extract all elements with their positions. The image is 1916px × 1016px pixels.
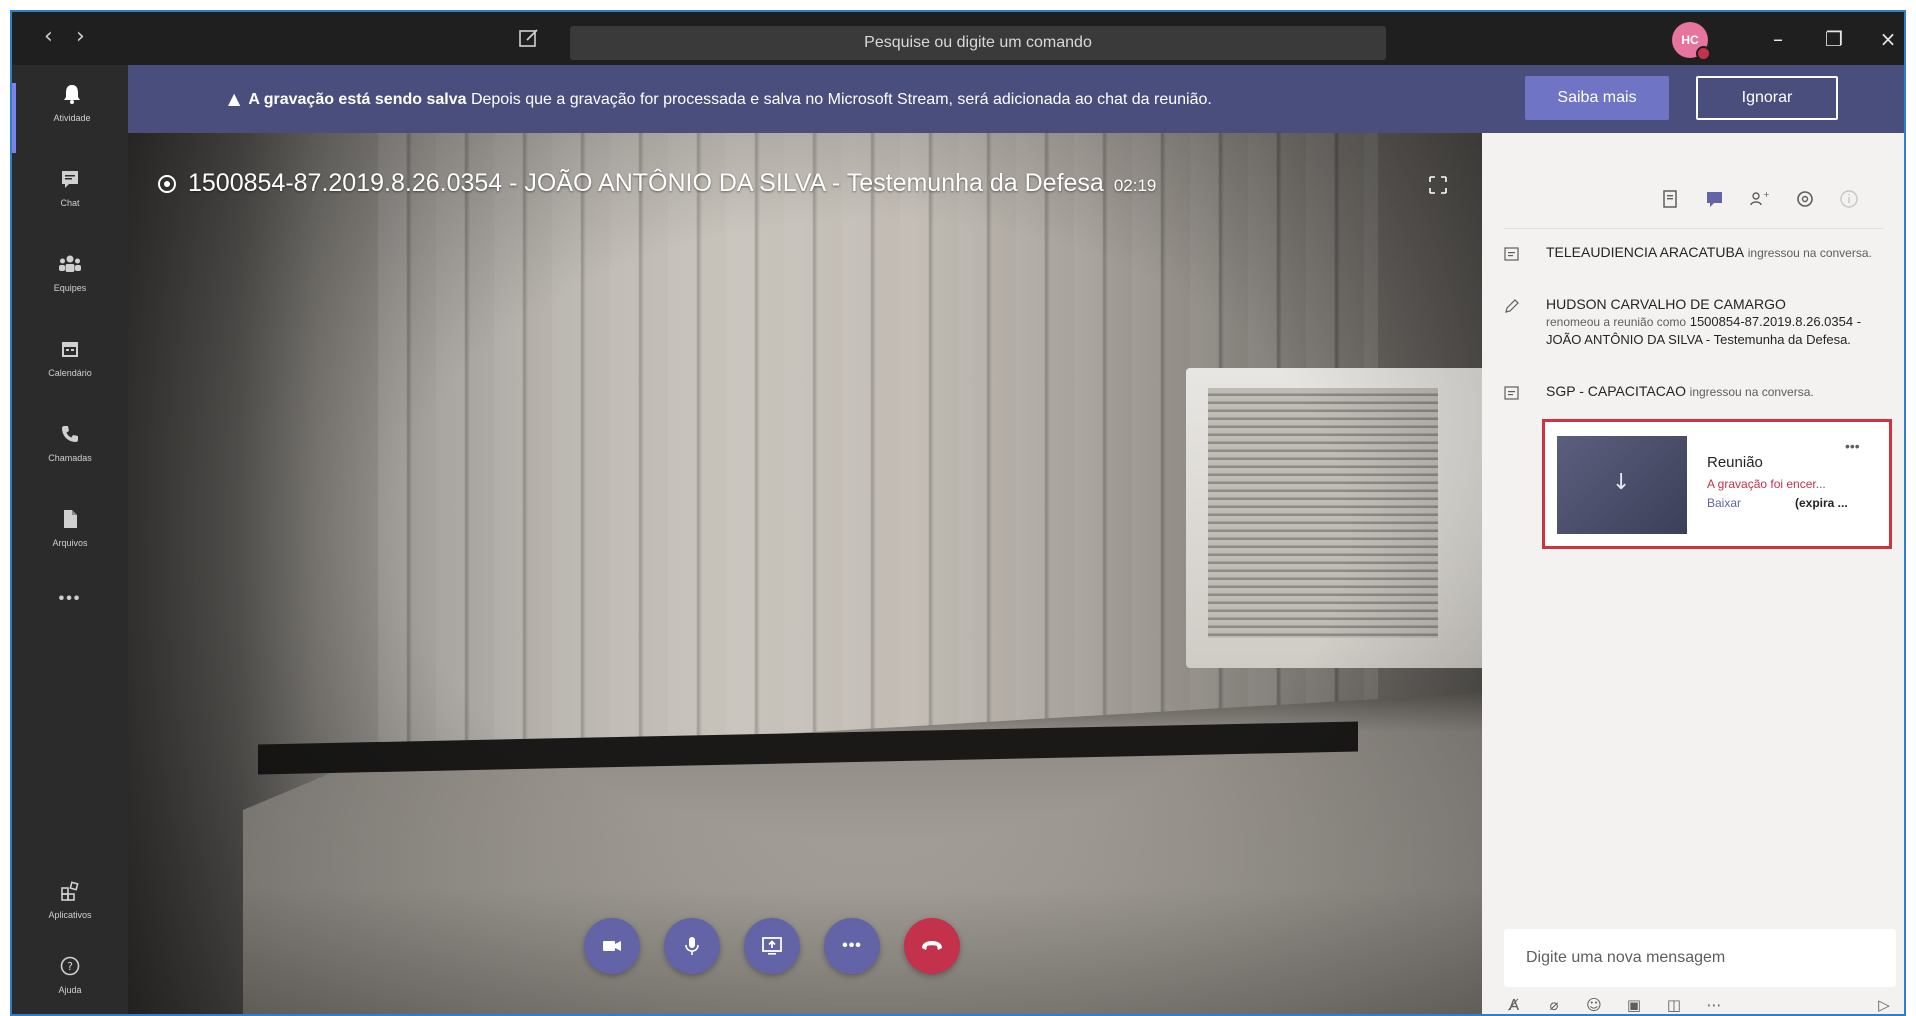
- info-icon[interactable]: [1838, 188, 1860, 210]
- share-screen-button[interactable]: [744, 918, 800, 974]
- title-bar: ‹ › Pesquise ou digite um comando HC – ❐…: [12, 12, 1904, 65]
- rail-item-aplicativos[interactable]: Aplicativos: [12, 880, 128, 950]
- recording-status: A gravação foi encer...: [1707, 477, 1826, 491]
- chat-event-text: HUDSON CARVALHO DE CAMARGO renomeou a reu…: [1546, 296, 1886, 348]
- participant-name: TELEAUDIENCIA ARACATUBA: [1546, 244, 1745, 260]
- more-options-icon[interactable]: ⋯: [1704, 995, 1724, 1014]
- expiry-text: (expira ...: [1795, 496, 1848, 510]
- forward-button[interactable]: ›: [76, 26, 85, 48]
- svg-text:+: +: [1763, 190, 1770, 199]
- rail-item-equipes[interactable]: Equipes: [12, 253, 128, 323]
- help-icon: ?: [60, 956, 80, 976]
- recording-icon: [158, 175, 176, 194]
- apps-icon: [61, 881, 79, 901]
- participants-icon[interactable]: +: [1748, 188, 1770, 210]
- more-icon: •••: [842, 937, 862, 954]
- learn-more-button[interactable]: Saiba mais: [1525, 76, 1669, 120]
- presence-status-icon: [1696, 46, 1711, 61]
- more-apps-button[interactable]: •••: [12, 590, 128, 660]
- rail-label: Chat: [60, 198, 80, 208]
- recording-banner: ▲ A gravação está sendo salva Depois que …: [128, 65, 1904, 133]
- rail-item-chamadas[interactable]: Chamadas: [12, 423, 128, 493]
- expand-icon[interactable]: [1428, 175, 1448, 195]
- meeting-chat-panel: + TELEAUDIENCIA ARACATUBA ingressou na c…: [1482, 133, 1904, 1014]
- conversation-icon[interactable]: [1704, 188, 1726, 210]
- minimize-button[interactable]: –: [1764, 25, 1792, 53]
- svg-text:?: ?: [67, 960, 73, 973]
- file-icon: [64, 510, 77, 528]
- divider: [1504, 228, 1884, 229]
- event-action: ingressou na conversa.: [1689, 385, 1814, 399]
- rail-label: Atividade: [53, 113, 91, 123]
- back-button[interactable]: ‹: [44, 26, 53, 48]
- send-icon[interactable]: ▷: [1874, 995, 1894, 1014]
- rail-label: Ajuda: [58, 985, 82, 995]
- event-action: ingressou na conversa.: [1747, 246, 1872, 260]
- notes-icon[interactable]: [1659, 188, 1681, 210]
- chat-event-text: SGP - CAPACITACAO ingressou na conversa.: [1546, 383, 1886, 401]
- search-input[interactable]: Pesquise ou digite um comando: [570, 26, 1386, 60]
- download-icon: ↓: [1612, 470, 1631, 495]
- calendar-icon: [62, 342, 78, 357]
- close-button[interactable]: ×: [1874, 25, 1902, 53]
- video-background: [128, 133, 1482, 1014]
- meeting-title: 1500854-87.2019.8.26.0354 - JOÃO ANTÔNIO…: [158, 169, 1156, 198]
- more-actions-button[interactable]: •••: [824, 918, 880, 974]
- rail-item-chat[interactable]: Chat: [12, 168, 128, 238]
- recording-thumbnail[interactable]: ↓: [1557, 436, 1687, 534]
- rail-label: Chamadas: [48, 453, 92, 463]
- phone-icon: [62, 426, 78, 442]
- recording-card[interactable]: ↓ Reunião A gravação foi encer... Baixar…: [1542, 419, 1892, 549]
- hang-up-icon: [922, 940, 942, 950]
- attach-icon[interactable]: ⌀: [1544, 995, 1564, 1014]
- rail-item-ajuda[interactable]: ? Ajuda: [12, 955, 128, 1014]
- banner-title: A gravação está sendo salva: [248, 91, 467, 108]
- camera-icon: [603, 940, 621, 951]
- bell-icon: [64, 85, 80, 104]
- rail-item-arquivos[interactable]: Arquivos: [12, 508, 128, 578]
- hang-up-button[interactable]: [904, 918, 960, 974]
- ignore-button[interactable]: Ignorar: [1696, 76, 1838, 120]
- call-timer: 02:19: [1113, 176, 1157, 195]
- joined-icon: [1504, 386, 1519, 400]
- sticker-icon[interactable]: ◫: [1664, 995, 1684, 1014]
- participant-name: SGP - CAPACITACAO: [1546, 383, 1687, 399]
- emoji-icon[interactable]: ☺: [1584, 995, 1604, 1014]
- rail-label: Arquivos: [52, 538, 88, 548]
- rail-item-calendario[interactable]: Calendário: [12, 338, 128, 408]
- recording-title: Reunião: [1707, 454, 1763, 471]
- banner-message: ▲ A gravação está sendo salva Depois que …: [228, 89, 1212, 109]
- settings-icon[interactable]: [1794, 188, 1816, 210]
- banner-body: Depois que a gravação for processada e s…: [470, 91, 1212, 108]
- camera-button[interactable]: [584, 918, 640, 974]
- participant-name: HUDSON CARVALHO DE CAMARGO: [1546, 296, 1786, 312]
- microphone-button[interactable]: [664, 918, 720, 974]
- card-more-button[interactable]: •••: [1845, 438, 1860, 454]
- compose-icon[interactable]: [517, 26, 541, 50]
- rail-label: Equipes: [53, 283, 87, 293]
- format-icon[interactable]: A̸: [1504, 995, 1524, 1014]
- chat-event-text: TELEAUDIENCIA ARACATUBA ingressou na con…: [1546, 244, 1886, 262]
- rail-label: Aplicativos: [48, 910, 92, 920]
- meeting-name: 1500854-87.2019.8.26.0354 - JOÃO ANTÔNIO…: [188, 169, 1104, 197]
- teams-icon: [59, 255, 81, 272]
- event-action: renomeou a reunião como: [1546, 315, 1687, 329]
- rail-item-atividade[interactable]: Atividade: [12, 83, 128, 153]
- chat-icon: [62, 171, 78, 188]
- rail-label: Calendário: [48, 368, 92, 378]
- video-stage: 1500854-87.2019.8.26.0354 - JOÃO ANTÔNIO…: [128, 133, 1482, 1014]
- microphone-icon: [685, 936, 699, 955]
- maximize-button[interactable]: ❐: [1820, 25, 1848, 53]
- app-bar: Atividade Chat Equipes Calendário Chamad…: [12, 65, 128, 1014]
- share-screen-icon: [762, 936, 782, 955]
- rename-icon: [1505, 299, 1519, 313]
- download-link[interactable]: Baixar: [1707, 496, 1741, 510]
- joined-icon: [1504, 247, 1519, 261]
- gif-icon[interactable]: ▣: [1624, 995, 1644, 1014]
- warning-icon: ▲: [228, 89, 241, 108]
- teams-window: ‹ › Pesquise ou digite um comando HC – ❐…: [10, 10, 1906, 1016]
- message-input[interactable]: Digite uma nova mensagem: [1504, 929, 1896, 987]
